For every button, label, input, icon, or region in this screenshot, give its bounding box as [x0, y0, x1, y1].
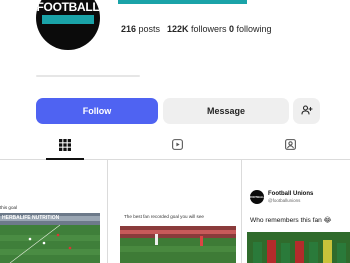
tweet-handle: @footballunions	[268, 198, 301, 203]
following-count: 0	[229, 24, 235, 34]
grid-post-1[interactable]: this goal HERBALIFE NUTRITION	[0, 160, 107, 263]
profile-tabs	[0, 134, 350, 160]
post-caption: this goal	[0, 205, 18, 210]
tweet-text: Who remembers this fan 😂	[250, 217, 332, 224]
followers-count: 122K	[167, 24, 189, 34]
highlight-strip	[118, 0, 247, 4]
message-button[interactable]: Message	[163, 98, 289, 124]
avatar-logo-text: FOOTBALL	[36, 0, 100, 14]
reels-icon	[171, 138, 184, 156]
follow-button[interactable]: Follow	[36, 98, 158, 124]
post-media-players	[247, 232, 350, 263]
post-media-stadium: HERBALIFE NUTRITION	[0, 213, 100, 263]
bio-placeholder	[36, 75, 140, 77]
stat-posts[interactable]: 216 posts	[121, 24, 160, 34]
tagged-icon	[284, 138, 297, 156]
grid-post-3[interactable]: FOOTBALL Football Unions @footballunions…	[242, 160, 350, 263]
tweet-avatar: FOOTBALL	[250, 190, 264, 204]
following-label: following	[236, 24, 272, 34]
avatar-logo-band	[42, 15, 94, 24]
post-media-match	[120, 226, 236, 263]
tab-reels[interactable]	[168, 138, 186, 156]
followers-label: followers	[191, 24, 227, 34]
add-user-button[interactable]	[293, 98, 320, 124]
posts-count: 216	[121, 24, 137, 34]
tab-posts[interactable]	[56, 138, 74, 156]
pitch-board-text: HERBALIFE NUTRITION	[2, 215, 60, 221]
add-user-icon	[300, 104, 313, 118]
stat-followers[interactable]: 122K followers	[167, 24, 227, 34]
grid-icon	[59, 138, 71, 156]
profile-avatar[interactable]: FOOTBALL	[36, 0, 100, 50]
post-caption: The best fan recorded goal you will see	[124, 214, 204, 219]
posts-label: posts	[138, 24, 161, 34]
stat-following[interactable]: 0 following	[229, 24, 272, 34]
tab-tagged[interactable]	[281, 138, 299, 156]
tweet-author: Football Unions	[268, 191, 314, 197]
grid-post-2[interactable]: The best fan recorded goal you will see	[108, 160, 241, 263]
